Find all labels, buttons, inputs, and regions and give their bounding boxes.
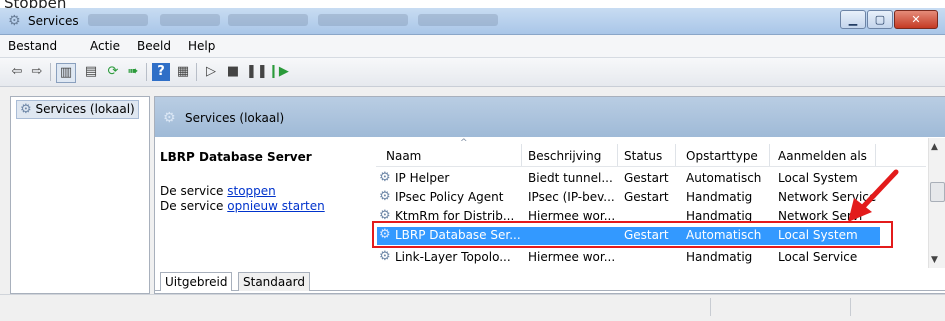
column-header-aanmelden-als[interactable]: Aanmelden als [778,146,867,166]
action-prefix: De service [160,184,228,198]
table-row[interactable]: ⚙ IPsec Policy Agent IPsec (IP-bev... Ge… [379,189,879,207]
service-gear-icon: ⚙ [379,189,391,204]
column-header-status[interactable]: Status [624,146,662,166]
blurred-taskbar-item [418,14,498,26]
action-prefix: De service [160,199,228,213]
sort-ascending-icon: ^ [460,138,468,148]
menu-actie[interactable]: Actie [90,39,120,53]
scroll-down-icon[interactable]: ▼ [931,255,938,265]
console-tree [10,96,150,294]
help-icon[interactable]: ? [152,63,170,81]
services-gear-icon: ⚙ [8,13,21,29]
table-row[interactable]: ⚙ Link-Layer Topolo... Hiermee wor... Ha… [379,249,879,267]
scrollbar-thumb[interactable] [930,182,945,202]
blurred-taskbar-item [160,14,220,26]
tree-item-label: Services (lokaal) [35,102,135,116]
row-name: Link-Layer Topolo... [395,250,511,264]
row-description: IPsec (IP-bev... [528,190,615,204]
properties-icon[interactable]: ▤ [82,63,100,81]
column-separator [617,144,618,166]
restart-service-link[interactable]: opnieuw starten [227,199,324,213]
highlight-box [372,221,893,248]
maximize-button[interactable]: ▢ [867,10,893,29]
console-tree-icon[interactable]: ▥ [56,63,76,83]
pause-service-icon[interactable]: ❚❚ [246,63,268,81]
stop-service-icon[interactable]: ■ [224,63,242,81]
tree-item-services[interactable]: ⚙ Services (lokaal) [16,100,139,119]
column-header-opstarttype[interactable]: Opstarttype [686,146,758,166]
selected-service-title: LBRP Database Server [160,150,312,164]
row-startup-type: Handmatig [686,250,753,264]
back-arrow-icon[interactable]: ⇦ [8,63,26,81]
restart-action-line: De service opnieuw starten [160,199,325,213]
column-header-naam[interactable]: Naam [386,146,421,166]
details-header-title: Services (lokaal) [185,111,285,125]
column-separator [875,144,876,166]
toolbar-separator [146,63,147,81]
column-header-beschrijving[interactable]: Beschrijving [528,146,601,166]
minimize-button[interactable]: ▁ [840,10,866,29]
toolbar-separator [50,63,51,81]
status-bar [0,294,945,321]
column-separator [769,144,770,166]
services-gear-icon: ⚙ [163,110,176,126]
start-service-icon[interactable]: ▷ [202,63,220,81]
table-row[interactable]: ⚙ IP Helper Biedt tunnel... Gestart Auto… [379,170,879,188]
tab-uitgebreid[interactable]: Uitgebreid [160,272,233,291]
blurred-taskbar-item [88,14,148,26]
menu-help[interactable]: Help [188,39,215,53]
column-separator [521,144,522,166]
blurred-taskbar-item [318,14,408,26]
row-startup-type: Automatisch [686,171,762,185]
row-logon-as: Local Service [778,250,858,264]
row-name: IPsec Policy Agent [395,190,504,204]
row-description: Biedt tunnel... [528,171,613,185]
service-gear-icon: ⚙ [379,249,391,264]
window-title: Services [28,14,79,28]
scroll-up-icon[interactable]: ▲ [931,142,938,152]
blurred-taskbar-item [228,14,308,26]
vertical-scrollbar[interactable] [928,138,945,268]
row-status: Gestart [624,190,669,204]
red-arrow-annotation [848,169,899,222]
view-icon[interactable]: ▦ [174,63,192,81]
refresh-icon[interactable]: ⟳ [104,63,122,81]
row-startup-type: Handmatig [686,190,753,204]
status-bar-separator [850,298,851,316]
menu-bestand[interactable]: Bestand [8,39,57,53]
row-status: Gestart [624,171,669,185]
services-gear-icon: ⚙ [20,102,32,117]
forward-arrow-icon[interactable]: ⇨ [28,63,46,81]
menu-beeld[interactable]: Beeld [137,39,171,53]
row-name: IP Helper [395,171,450,185]
close-button[interactable]: ✕ [894,10,938,29]
tab-standaard[interactable]: Standaard [238,272,310,291]
export-list-icon[interactable]: ➠ [124,63,142,81]
restart-service-icon[interactable]: ❙▶ [268,63,289,81]
status-bar-separator [710,298,711,316]
column-separator [675,144,676,166]
stop-action-line: De service stoppen [160,184,276,198]
stop-service-link[interactable]: stoppen [227,184,276,198]
toolbar-separator [196,63,197,81]
row-description: Hiermee wor... [528,250,616,264]
service-gear-icon: ⚙ [379,170,391,185]
